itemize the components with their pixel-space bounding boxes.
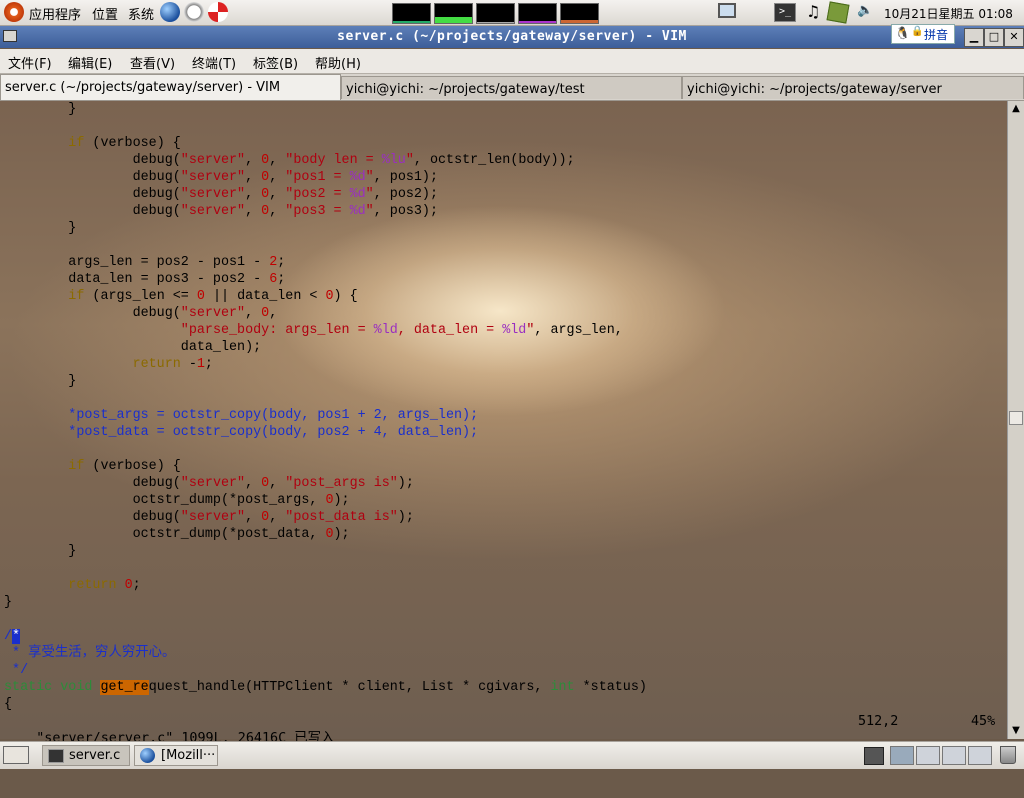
code-line[interactable]: } <box>4 221 76 236</box>
help-lifebuoy-icon[interactable] <box>208 2 228 22</box>
tab-server[interactable]: yichi@yichi: ~/projects/gateway/server <box>682 76 1024 99</box>
swap-monitor-graph <box>518 3 557 24</box>
code-line[interactable]: /* <box>4 629 21 644</box>
clock-app-icon[interactable] <box>184 2 204 22</box>
code-line[interactable]: debug("server", 0, "pos2 = %d", pos2); <box>4 187 438 202</box>
computer-icon[interactable] <box>718 3 736 18</box>
code-line[interactable]: if (verbose) { <box>4 136 181 151</box>
volume-icon[interactable]: 🔈 <box>857 3 873 18</box>
show-desktop-icon[interactable] <box>3 746 29 764</box>
menu-view[interactable]: 查看(V) <box>130 53 175 72</box>
menu-applications[interactable]: 应用程序 <box>29 4 81 23</box>
terminal-tab-bar: server.c (~/projects/gateway/server) - V… <box>0 74 1024 101</box>
code-line[interactable]: } <box>4 544 76 559</box>
workspace-1[interactable] <box>890 746 914 765</box>
code-line[interactable]: data_len); <box>4 340 261 355</box>
menubar: 文件(F) 编辑(E) 查看(V) 终端(T) 标签(B) 帮助(H) <box>0 49 1024 74</box>
taskbar-item-label: [Mozill··· <box>161 748 216 763</box>
minimize-button[interactable]: ▁ <box>964 28 984 47</box>
scroll-down-arrow-icon[interactable]: ▼ <box>1010 725 1022 737</box>
tab-vim-server[interactable]: server.c (~/projects/gateway/server) - V… <box>0 74 341 100</box>
vim-status-line: "server/server.c" 1099L, 26416C 已写入 512,… <box>4 713 1004 746</box>
vim-editor[interactable]: } if (verbose) { debug("server", 0, "bod… <box>0 101 1007 746</box>
code-line[interactable]: args_len = pos2 - pos1 - 2; <box>4 255 285 270</box>
cpu-monitor-graph <box>392 3 431 24</box>
ime-indicator[interactable]: 🐧 🔒 拼音 <box>891 24 955 44</box>
code-line[interactable]: return -1; <box>4 357 213 372</box>
code-line[interactable]: } <box>4 374 76 389</box>
menu-edit[interactable]: 编辑(E) <box>68 53 112 72</box>
code-line[interactable]: debug("server", 0, <box>4 306 278 321</box>
browser-small-icon <box>140 748 155 763</box>
window-title: server.c (~/projects/gateway/server) - V… <box>337 29 687 44</box>
clock-text[interactable]: 10月21日星期五 01:08 <box>884 5 1013 22</box>
menu-terminal[interactable]: 终端(T) <box>192 53 236 72</box>
code-area[interactable]: } if (verbose) { debug("server", 0, "bod… <box>4 101 647 713</box>
code-line[interactable]: debug("server", 0, "pos3 = %d", pos3); <box>4 204 438 219</box>
window-titlebar[interactable]: server.c (~/projects/gateway/server) - V… <box>0 26 1024 48</box>
menu-file[interactable]: 文件(F) <box>8 53 52 72</box>
scroll-percent: 45% <box>971 714 996 729</box>
code-line[interactable]: data_len = pos3 - pos2 - 6; <box>4 272 285 287</box>
bottom-panel: server.c [Mozill··· <box>0 741 1024 769</box>
cursor-position: 512,2 <box>858 714 899 729</box>
penguin-icon: 🐧 <box>895 26 910 40</box>
taskbar-item-vim[interactable]: server.c <box>42 745 130 766</box>
code-line[interactable]: debug("server", 0, "post_args is"); <box>4 476 414 491</box>
ubuntu-logo-icon[interactable] <box>4 2 24 22</box>
code-line[interactable]: debug("server", 0, "pos1 = %d", pos1); <box>4 170 438 185</box>
code-line[interactable]: octstr_dump(*post_data, 0); <box>4 527 350 542</box>
taskbar-item-label: server.c <box>69 748 121 763</box>
taskbar-item-mozilla[interactable]: [Mozill··· <box>134 745 218 766</box>
top-panel: 应用程序 位置 系统 >_ ♫ 🔈 10月21日星期五 01:08 <box>0 0 1024 26</box>
scrollbar-thumb[interactable] <box>1009 411 1023 425</box>
code-line[interactable]: */ <box>4 663 28 678</box>
network-monitor-graph <box>476 3 515 24</box>
browser-globe-icon[interactable] <box>160 2 180 22</box>
scroll-up-arrow-icon[interactable]: ▲ <box>1010 103 1022 115</box>
trash-icon[interactable] <box>1000 746 1016 764</box>
code-line[interactable]: debug("server", 0, "post_data is"); <box>4 510 414 525</box>
terminal-small-icon <box>48 749 64 763</box>
editor-scrollbar[interactable]: ▲ ▼ <box>1007 101 1024 739</box>
menu-tabs[interactable]: 标签(B) <box>253 53 298 72</box>
workspace-2[interactable] <box>916 746 940 765</box>
code-line[interactable]: } <box>4 102 76 117</box>
workspace-4[interactable] <box>968 746 992 765</box>
window-list-icon[interactable] <box>864 747 884 765</box>
code-line[interactable]: "parse_body: args_len = %ld, data_len = … <box>4 323 623 338</box>
maximize-button[interactable]: □ <box>984 28 1004 47</box>
code-line[interactable]: { <box>4 697 12 712</box>
code-line[interactable]: if (verbose) { <box>4 459 181 474</box>
code-line[interactable]: * 享受生活，穷人穷开心。 <box>4 646 175 661</box>
load-monitor-graph <box>560 3 599 24</box>
music-icon[interactable]: ♫ <box>806 2 820 21</box>
memory-monitor-graph <box>434 3 473 24</box>
package-manager-icon[interactable] <box>826 1 850 24</box>
code-line[interactable]: *post_args = octstr_copy(body, pos1 + 2,… <box>4 408 478 423</box>
close-button[interactable]: ✕ <box>1004 28 1024 47</box>
code-line[interactable]: if (args_len <= 0 || data_len < 0) { <box>4 289 357 304</box>
code-line[interactable]: return 0; <box>4 578 140 593</box>
ime-lock-icon: 🔒 <box>911 26 924 37</box>
tab-test[interactable]: yichi@yichi: ~/projects/gateway/test <box>341 76 682 99</box>
workspace-3[interactable] <box>942 746 966 765</box>
menu-help[interactable]: 帮助(H) <box>315 53 361 72</box>
code-line[interactable]: debug("server", 0, "body len = %lu", oct… <box>4 153 575 168</box>
code-line[interactable]: octstr_dump(*post_args, 0); <box>4 493 350 508</box>
ime-label: 拼音 <box>924 28 949 42</box>
code-line[interactable]: static void get_request_handle(HTTPClien… <box>4 680 647 695</box>
menu-places[interactable]: 位置 <box>92 4 118 23</box>
terminal-icon[interactable]: >_ <box>774 3 796 22</box>
code-line[interactable]: *post_data = octstr_copy(body, pos2 + 4,… <box>4 425 478 440</box>
menu-system[interactable]: 系统 <box>128 4 154 23</box>
code-line[interactable]: } <box>4 595 12 610</box>
